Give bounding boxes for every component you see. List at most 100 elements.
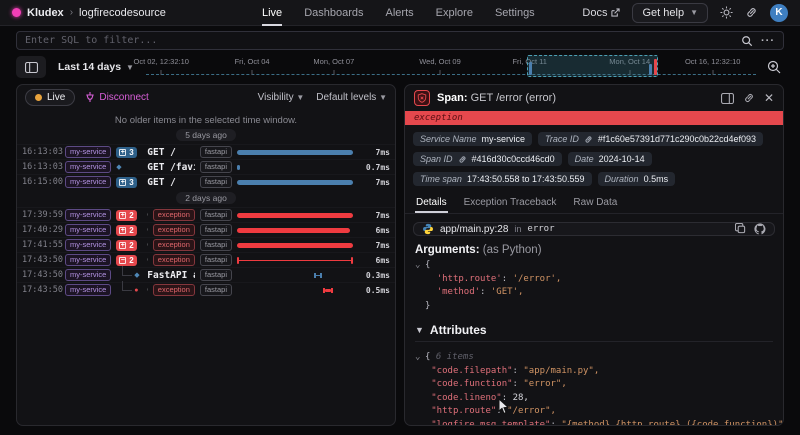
tab-live[interactable]: Live xyxy=(262,0,282,26)
service-tag: my-service xyxy=(65,146,111,158)
python-icon xyxy=(422,223,434,235)
span-title: GET /error (error) xyxy=(147,285,148,296)
filter-more-button[interactable]: ··· xyxy=(761,35,775,47)
share-link-button[interactable] xyxy=(745,6,758,19)
tab-settings[interactable]: Settings xyxy=(495,0,535,26)
live-status-dot xyxy=(35,94,42,101)
children-count-badge[interactable]: +2 xyxy=(116,240,136,251)
theme-toggle-button[interactable] xyxy=(720,6,733,19)
span-metadata: Service Namemy-service Trace ID #f1c60e5… xyxy=(405,125,783,190)
time-bar: Last 14 days ▼ Oct 02, 12:32:10 Fri, Oct… xyxy=(16,55,784,79)
children-count-badge[interactable]: +2 xyxy=(116,210,136,221)
fastapi-tag: fastapi xyxy=(200,176,232,188)
get-help-button[interactable]: Get help ▼ xyxy=(632,3,708,23)
link-icon xyxy=(745,6,758,19)
levels-dropdown[interactable]: Default levels ▼ xyxy=(316,92,387,103)
timeline-tick: Oct 16, 12:32:10 xyxy=(685,57,740,66)
span-detail-title: Span: GET /error (error) xyxy=(437,92,556,104)
duration-track xyxy=(237,163,353,172)
fastapi-tag: fastapi xyxy=(200,161,232,173)
trace-row-child-selected[interactable]: 17:43:50 my-service ● GET /error (error)… xyxy=(17,282,395,297)
children-count-badge[interactable]: +3 xyxy=(116,177,136,188)
sql-filter-input[interactable] xyxy=(25,35,733,46)
time-range-select[interactable]: Last 14 days ▼ xyxy=(54,61,138,73)
collapse-caret[interactable]: ⌄ xyxy=(415,259,425,273)
plug-icon xyxy=(85,92,95,102)
detail-tabs: Details Exception Traceback Raw Data xyxy=(405,190,783,214)
trace-list: No older items in the selected time wind… xyxy=(17,109,395,425)
project-name[interactable]: logfirecodesource xyxy=(79,7,166,19)
copy-link-icon[interactable] xyxy=(743,92,755,104)
trace-row[interactable]: 17:41:55 my-service +2 GET /error except… xyxy=(17,237,395,252)
trace-list-toolbar: Live Disconnect Visibility ▼ Default lev… xyxy=(17,85,395,109)
row-duration: 0.5ms xyxy=(358,286,390,295)
fastapi-tag: fastapi xyxy=(200,224,232,236)
trace-row-child[interactable]: 17:43:50 my-service ◆ FastAPI arguments … xyxy=(17,267,395,282)
timeline-zoom-button[interactable] xyxy=(764,60,784,74)
dock-panel-icon[interactable] xyxy=(721,93,734,104)
fastapi-tag: fastapi xyxy=(200,209,232,221)
attributes-section-header[interactable]: ▼ Attributes xyxy=(405,315,783,341)
breadcrumb-separator: › xyxy=(70,7,73,18)
trace-row-expanded[interactable]: 17:43:50 my-service −2 GET /error except… xyxy=(17,252,395,267)
duration-track xyxy=(237,211,353,220)
source-file[interactable]: app/main.py:28 xyxy=(440,224,508,235)
row-duration: 7ms xyxy=(358,178,390,187)
exception-tag: exception xyxy=(153,254,195,266)
github-icon[interactable] xyxy=(754,223,766,235)
empty-window-message: No older items in the selected time wind… xyxy=(17,109,395,126)
span-bullet-icon: ◆ xyxy=(134,271,139,279)
trace-row[interactable]: 16:15:00 my-service +3 GET / fastapi 7ms xyxy=(17,174,395,189)
search-icon[interactable] xyxy=(741,35,753,47)
row-duration: 0.7ms xyxy=(358,163,390,172)
duration-track xyxy=(237,286,353,295)
meta-duration: Duration0.5ms xyxy=(598,172,676,186)
service-tag: my-service xyxy=(65,209,111,221)
fastapi-tag: fastapi xyxy=(200,284,232,296)
meta-span-id[interactable]: Span ID #416d30c0ccd46cd0 xyxy=(413,152,562,166)
org-name[interactable]: Kludex xyxy=(27,7,64,19)
meta-service-name: Service Namemy-service xyxy=(413,132,532,146)
copy-icon[interactable] xyxy=(735,223,746,234)
trace-row[interactable]: 17:39:59 my-service +2 GET /error except… xyxy=(17,207,395,222)
tab-dashboards[interactable]: Dashboards xyxy=(304,0,363,26)
fastapi-tag: fastapi xyxy=(200,146,232,158)
children-count-badge[interactable]: +3 xyxy=(116,147,136,158)
user-avatar[interactable]: K xyxy=(770,4,788,22)
timeline-selection[interactable] xyxy=(527,55,658,77)
span-title: FastAPI arguments xyxy=(147,270,195,281)
sidebar-toggle-icon xyxy=(25,62,38,73)
span-title: GET /error xyxy=(147,210,148,221)
children-count-badge[interactable]: +2 xyxy=(116,225,136,236)
tab-explore[interactable]: Explore xyxy=(436,0,473,26)
span-bullet-icon: ● xyxy=(134,287,138,294)
timeline-span-bar-blue xyxy=(529,62,532,75)
tab-alerts[interactable]: Alerts xyxy=(386,0,414,26)
timeline-tick: Oct 02, 12:32:10 xyxy=(133,57,188,66)
live-toggle-button[interactable]: Live xyxy=(25,89,75,106)
fastapi-tag: fastapi xyxy=(200,269,232,281)
meta-trace-id[interactable]: Trace ID #f1c60e57391d771c290c0b22cd4ef0… xyxy=(538,132,763,146)
meta-time-span: Time span17:43:50.558 to 17:43:50.559 xyxy=(413,172,592,186)
docs-link[interactable]: Docs xyxy=(582,7,620,19)
tab-exception-traceback[interactable]: Exception Traceback xyxy=(463,194,558,213)
trace-row[interactable]: 16:13:03 my-service +3 GET / fastapi 7ms xyxy=(17,144,395,159)
close-icon[interactable]: ✕ xyxy=(764,91,774,105)
disconnect-button[interactable]: Disconnect xyxy=(85,92,148,103)
duration-track xyxy=(237,271,353,280)
visibility-dropdown[interactable]: Visibility ▼ xyxy=(258,92,305,103)
breadcrumb[interactable]: Kludex › logfirecodesource xyxy=(12,7,166,19)
children-count-badge[interactable]: −2 xyxy=(116,255,136,266)
collapse-caret[interactable]: ⌄ xyxy=(415,351,425,365)
trace-row[interactable]: 16:13:03 my-service ◆ GET /favicon.ico f… xyxy=(17,159,395,174)
row-timestamp: 16:13:03 xyxy=(22,147,60,157)
service-tag: my-service xyxy=(65,224,111,236)
tab-raw-data[interactable]: Raw Data xyxy=(572,194,618,213)
sidebar-toggle-button[interactable] xyxy=(16,56,46,78)
trace-row[interactable]: 17:40:29 my-service +2 GET /error except… xyxy=(17,222,395,237)
row-timestamp: 17:43:50 xyxy=(22,255,60,265)
service-tag: my-service xyxy=(65,254,111,266)
tab-details[interactable]: Details xyxy=(415,194,448,213)
timeline[interactable]: Oct 02, 12:32:10 Fri, Oct 04 Mon, Oct 07… xyxy=(146,55,756,79)
row-timestamp: 17:43:50 xyxy=(22,270,60,280)
